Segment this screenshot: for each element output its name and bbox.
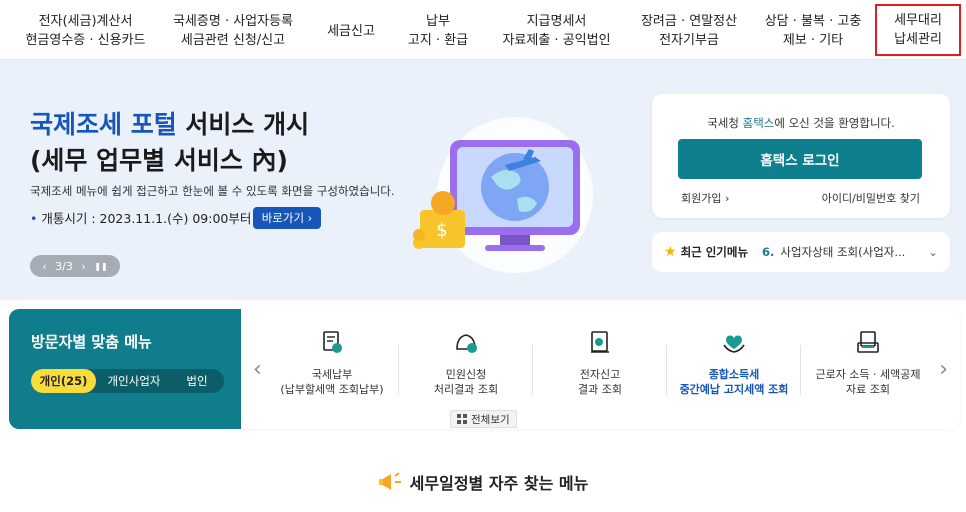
quick-menu-label-2: (납부할세액 조회납부) bbox=[280, 383, 384, 396]
nav-consulting[interactable]: 상담 · 불복 · 고충 제보 · 기타 bbox=[758, 8, 868, 54]
pager-next-icon[interactable]: › bbox=[81, 260, 85, 273]
login-card: 국세청 홈택스에 오신 것을 환영합니다. 홈택스 로그인 회원가입 › 아이디… bbox=[652, 94, 950, 218]
quick-menu-label-1: 민원신청 bbox=[445, 368, 487, 381]
civil-petition-icon bbox=[456, 334, 477, 353]
hero-description: 국제조세 메뉴에 쉽게 접근하고 한눈에 볼 수 있도록 화면을 구성하였습니다… bbox=[30, 184, 395, 198]
nav-tax-agent[interactable]: 세무대리 납세관리 bbox=[875, 4, 961, 56]
hero-title-accent: 국제조세 포털 bbox=[30, 110, 177, 139]
megaphone-icon bbox=[378, 472, 401, 490]
nav-label-line2: 전자기부금 bbox=[659, 33, 719, 48]
chevron-down-icon[interactable]: ⌄ bbox=[928, 245, 938, 259]
quick-menu-label-1: 국세납부 bbox=[311, 368, 353, 381]
chevron-left-icon[interactable]: ‹ bbox=[253, 357, 262, 382]
quick-menu-item[interactable]: 근로자 소득 · 세액공제 자료 조회 bbox=[801, 329, 935, 409]
pager-pause-icon[interactable]: ❚❚ bbox=[94, 262, 107, 271]
tab-corporation[interactable]: 법인 bbox=[172, 369, 222, 393]
quick-menu-item[interactable]: 민원신청 처리결과 조회 bbox=[399, 329, 533, 409]
hero-date: • 개통시기 : 2023.11.1.(수) 09:00부터 bbox=[30, 211, 252, 226]
visitor-menu-panel: 방문자별 맞춤 메뉴 개인(25) 개인사업자 법인 bbox=[9, 309, 241, 429]
join-link[interactable]: 회원가입 › bbox=[681, 190, 729, 206]
shortcut-button[interactable]: 바로가기 › bbox=[253, 207, 321, 229]
popular-item-link[interactable]: 사업자상태 조회(사업자... bbox=[780, 244, 922, 260]
hero-title: 국제조세 포털 서비스 개시 (세무 업무별 서비스 內) bbox=[30, 107, 309, 179]
quick-menu-label-1: 전자신고 bbox=[579, 368, 621, 381]
nav-label-line1: 전자(세금)계산서 bbox=[38, 14, 133, 29]
nav-label-line2: 세금관련 신청/신고 bbox=[180, 33, 286, 48]
schedule-title-text: 세무일정별 자주 찾는 메뉴 bbox=[409, 474, 589, 493]
e-filing-icon bbox=[591, 331, 609, 353]
tab-sole-proprietor[interactable]: 개인사업자 bbox=[96, 369, 172, 393]
welcome-hometax: 홈택스 bbox=[742, 116, 775, 130]
grid-icon bbox=[457, 414, 467, 424]
hero-title-line2: (세무 업무별 서비스 內) bbox=[30, 146, 288, 175]
visitor-menu-title: 방문자별 맞춤 메뉴 bbox=[31, 333, 152, 351]
tab-individual[interactable]: 개인(25) bbox=[31, 369, 96, 393]
pager-page: 3/3 bbox=[55, 259, 73, 273]
nav-label-line2: 현금영수증 · 신용카드 bbox=[25, 33, 146, 48]
nav-label-line2: 자료제출 · 공익법인 bbox=[502, 33, 611, 48]
quick-menu-panel: ‹ › 국세납부 (납부할세액 조회납부) 민원신청 처리결과 조회 전자신고 … bbox=[241, 309, 960, 429]
popular-rank: 6. bbox=[762, 245, 775, 259]
top-navigation: 전자(세금)계산서 현금영수증 · 신용카드 국세증명 · 사업자등록 세금관련… bbox=[0, 0, 966, 60]
tax-payment-icon bbox=[323, 331, 342, 353]
nav-label-line2: 납세관리 bbox=[894, 32, 942, 47]
quick-menu-item[interactable]: 전자신고 결과 조회 bbox=[533, 329, 667, 409]
nav-tax-filing[interactable]: 세금신고 bbox=[316, 8, 386, 54]
quick-menu-label-2: 처리결과 조회 bbox=[433, 383, 499, 396]
hero-title-rest: 서비스 개시 bbox=[176, 110, 310, 139]
nav-label-line1: 지급명세서 bbox=[526, 14, 587, 29]
quick-menu-label-2: 중간예납 고지세액 조회 bbox=[679, 383, 789, 396]
svg-text:$: $ bbox=[436, 220, 447, 241]
banner-pager: ‹ 3/3 › ❚❚ bbox=[30, 255, 120, 277]
hero-date-text: 개통시기 : 2023.11.1.(수) 09:00부터 bbox=[41, 211, 252, 226]
nav-e-invoice[interactable]: 전자(세금)계산서 현금영수증 · 신용카드 bbox=[18, 8, 153, 54]
pager-prev-icon[interactable]: ‹ bbox=[42, 260, 46, 273]
worker-income-icon bbox=[857, 331, 879, 353]
schedule-section-title: 세무일정별 자주 찾는 메뉴 bbox=[0, 470, 966, 494]
find-id-password-link[interactable]: 아이디/비밀번호 찾기 bbox=[822, 190, 920, 206]
popular-label: 최근 인기메뉴 bbox=[680, 245, 749, 259]
welcome-prefix: 국세청 bbox=[707, 116, 743, 130]
star-icon: ★ bbox=[664, 244, 677, 260]
nav-label-line1: 세금신고 bbox=[327, 23, 375, 39]
globe-monitor-illustration: $ bbox=[413, 117, 593, 273]
visitor-tabs: 개인(25) 개인사업자 법인 bbox=[31, 369, 224, 393]
quick-menu-label-2: 자료 조회 bbox=[846, 383, 890, 396]
quick-menu-label-1: 종합소득세 bbox=[708, 368, 760, 381]
nav-label-line1: 국세증명 · 사업자등록 bbox=[172, 14, 294, 29]
nav-label-line2: 고지 · 환급 bbox=[407, 33, 469, 48]
nav-certificates[interactable]: 국세증명 · 사업자등록 세금관련 신청/신고 bbox=[164, 8, 302, 54]
nav-label-line1: 세무대리 bbox=[894, 13, 942, 28]
login-welcome: 국세청 홈택스에 오신 것을 환영합니다. bbox=[652, 115, 950, 131]
nav-payment[interactable]: 납부 고지 · 환급 bbox=[398, 8, 478, 54]
quick-menu-item[interactable]: 종합소득세 중간예납 고지세액 조회 bbox=[667, 329, 801, 409]
nav-label-line1: 장려금 · 연말정산 bbox=[640, 14, 738, 29]
nav-label-line1: 상담 · 불복 · 고충 bbox=[764, 14, 862, 29]
view-all-button[interactable]: 전체보기 bbox=[450, 410, 517, 428]
login-button[interactable]: 홈택스 로그인 bbox=[678, 139, 922, 179]
nav-incentive[interactable]: 장려금 · 연말정산 전자기부금 bbox=[634, 8, 744, 54]
view-all-label: 전체보기 bbox=[471, 413, 510, 426]
chevron-right-icon[interactable]: › bbox=[939, 357, 948, 382]
popular-menu-bar: ★ 최근 인기메뉴 6. 사업자상태 조회(사업자... ⌄ bbox=[652, 232, 950, 272]
quick-menu-item[interactable]: 국세납부 (납부할세액 조회납부) bbox=[265, 329, 399, 409]
nav-payment-statement[interactable]: 지급명세서 자료제출 · 공익법인 bbox=[494, 8, 619, 54]
quick-menu-label-2: 결과 조회 bbox=[578, 383, 622, 396]
welcome-suffix: 에 오신 것을 환영합니다. bbox=[774, 116, 895, 130]
income-tax-icon bbox=[723, 335, 745, 353]
quick-menu-label-1: 근로자 소득 · 세액공제 bbox=[815, 368, 921, 381]
nav-label-line1: 납부 bbox=[426, 14, 450, 29]
nav-label-line2: 제보 · 기타 bbox=[782, 33, 844, 48]
